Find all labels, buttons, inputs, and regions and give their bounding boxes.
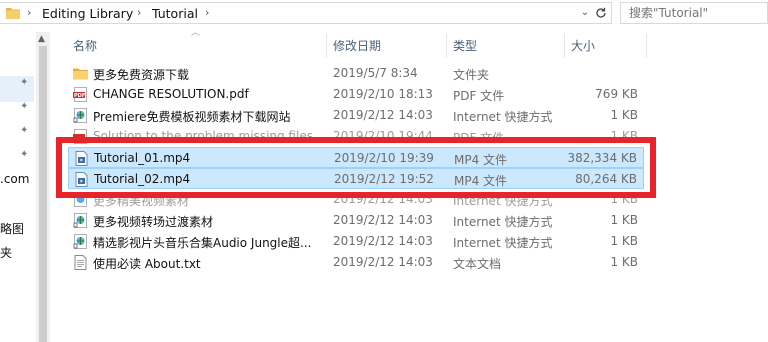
- search-box[interactable]: [620, 2, 768, 24]
- file-size: 1 KB: [610, 255, 638, 269]
- navigation-pane: ✦ ✦ ✦ ✦ .com 略图 夹: [0, 32, 36, 342]
- column-divider[interactable]: [646, 34, 647, 58]
- column-divider[interactable]: [446, 34, 447, 58]
- file-row[interactable]: 更多视频转场过渡素材 2019/2/12 14:03 Internet 快捷方式…: [68, 210, 644, 231]
- internet-shortcut-icon: [73, 213, 87, 228]
- column-header-name[interactable]: 名称: [73, 32, 97, 60]
- file-date: 2019/2/12 14:03: [333, 108, 433, 122]
- pdf-icon: PDF: [73, 87, 87, 102]
- highlight-box: [56, 137, 656, 198]
- file-name: 更多免费资源下载: [93, 68, 190, 82]
- column-divider[interactable]: [326, 34, 327, 58]
- file-type: PDF 文件: [453, 89, 505, 103]
- file-type: Internet 快捷方式: [453, 236, 553, 250]
- pin-icon: ✦: [20, 77, 29, 88]
- file-row[interactable]: PDF CHANGE RESOLUTION.pdf 2019/2/10 18:1…: [68, 84, 644, 105]
- column-header-size[interactable]: 大小: [571, 32, 595, 60]
- breadcrumb-separator-icon[interactable]: ›: [27, 6, 31, 19]
- file-name: CHANGE RESOLUTION.pdf: [93, 87, 249, 101]
- pin-icon: ✦: [20, 149, 29, 160]
- text-file-icon: [74, 255, 87, 270]
- search-input[interactable]: [629, 6, 759, 20]
- file-row[interactable]: 精选影视片头音乐合集Audio Jungle超... 2019/2/12 14:…: [68, 231, 644, 252]
- file-type: 文本文档: [453, 257, 502, 271]
- file-size: 1 KB: [610, 234, 638, 248]
- file-row[interactable]: 更多免费资源下载 2019/5/7 8:34 文件夹: [68, 63, 644, 84]
- refresh-button[interactable]: [591, 2, 611, 24]
- folder-icon: [6, 8, 20, 19]
- scroll-up-icon[interactable]: ▲: [38, 34, 45, 44]
- file-name: 更多视频转场过渡素材: [93, 215, 214, 229]
- breadcrumb[interactable]: › Editing Library › Tutorial › ⌄: [0, 2, 612, 24]
- breadcrumb-separator-icon[interactable]: ›: [205, 6, 209, 19]
- nav-scrollbar[interactable]: ▲: [36, 32, 50, 342]
- column-header-type[interactable]: 类型: [453, 32, 477, 60]
- column-header-date[interactable]: 修改日期: [333, 32, 381, 60]
- breadcrumb-separator-icon[interactable]: ›: [137, 6, 141, 19]
- file-date: 2019/2/12 14:03: [333, 255, 433, 269]
- scrollbar-thumb[interactable]: [39, 46, 47, 342]
- breadcrumb-tutorial[interactable]: Tutorial: [152, 6, 198, 21]
- file-name: 使用必读 About.txt: [93, 257, 201, 271]
- file-name: Premiere免费模板视频素材下载网站: [93, 110, 291, 124]
- file-size: 1 KB: [610, 213, 638, 227]
- nav-item[interactable]: 略图: [0, 220, 24, 237]
- sort-ascending-icon: ︿: [191, 28, 201, 38]
- svg-text:PDF: PDF: [74, 93, 85, 99]
- file-date: 2019/2/12 14:03: [333, 213, 433, 227]
- pin-icon: ✦: [20, 125, 29, 136]
- file-date: 2019/5/7 8:34: [333, 66, 418, 80]
- pin-icon: ✦: [20, 101, 29, 112]
- file-row[interactable]: 使用必读 About.txt 2019/2/12 14:03 文本文档 1 KB: [68, 252, 644, 273]
- refresh-icon: [596, 7, 606, 18]
- file-type: Internet 快捷方式: [453, 215, 553, 229]
- file-type: Internet 快捷方式: [453, 110, 553, 124]
- address-bar: › Editing Library › Tutorial › ⌄: [0, 0, 768, 26]
- file-row[interactable]: Premiere免费模板视频素材下载网站 2019/2/12 14:03 Int…: [68, 105, 644, 126]
- file-size: 769 KB: [595, 87, 638, 101]
- nav-item[interactable]: .com: [0, 172, 29, 186]
- internet-shortcut-icon: [73, 108, 87, 123]
- internet-shortcut-icon: [73, 234, 87, 249]
- nav-item[interactable]: 夹: [0, 244, 12, 261]
- file-size: 1 KB: [610, 108, 638, 122]
- file-name: 精选影视片头音乐合集Audio Jungle超...: [93, 236, 312, 250]
- breadcrumb-editing-library[interactable]: Editing Library: [42, 6, 133, 21]
- column-divider[interactable]: [564, 34, 565, 58]
- file-date: 2019/2/10 18:13: [333, 87, 433, 101]
- file-type: 文件夹: [453, 68, 490, 82]
- chevron-down-icon[interactable]: ⌄: [578, 7, 592, 21]
- folder-icon: [73, 68, 88, 80]
- file-date: 2019/2/12 14:03: [333, 234, 433, 248]
